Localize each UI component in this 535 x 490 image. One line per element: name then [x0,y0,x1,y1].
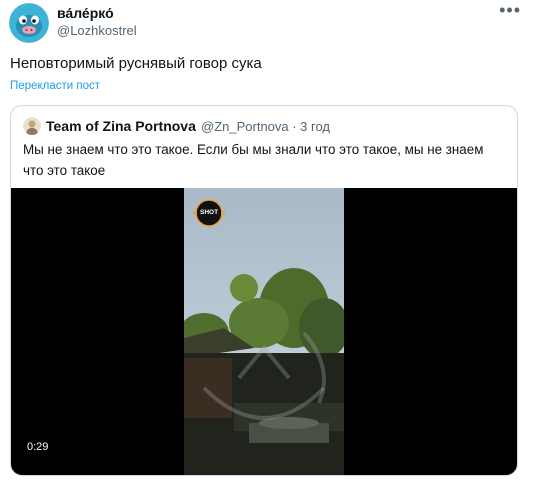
more-dots-icon[interactable]: ••• [499,0,521,21]
quoted-display-name: Team of Zina Portnova [46,118,196,134]
video-frame [184,188,344,475]
quoted-handle-time: @Zn_Portnova · 3 год [201,119,331,134]
quoted-author-avatar [23,117,41,135]
tweet-text: Неповторимый руснявый говор сука [10,55,262,72]
author-display-name[interactable]: ва́ле́рко́ [57,5,114,21]
shot-watermark-label: SHOT [200,209,219,216]
video-player[interactable]: SHOT 0:29 [11,188,517,475]
author-handle[interactable]: @Lozhkostrel [57,23,137,38]
author-avatar[interactable] [9,3,49,43]
quoted-tweet-card[interactable]: Team of Zina Portnova @Zn_Portnova · 3 г… [10,105,518,476]
video-duration: 0:29 [27,441,49,453]
quoted-tweet-text: Мы не знаем что это такое. Если бы мы зн… [23,142,484,178]
translate-post-link[interactable]: Перекласти пост [10,80,100,92]
